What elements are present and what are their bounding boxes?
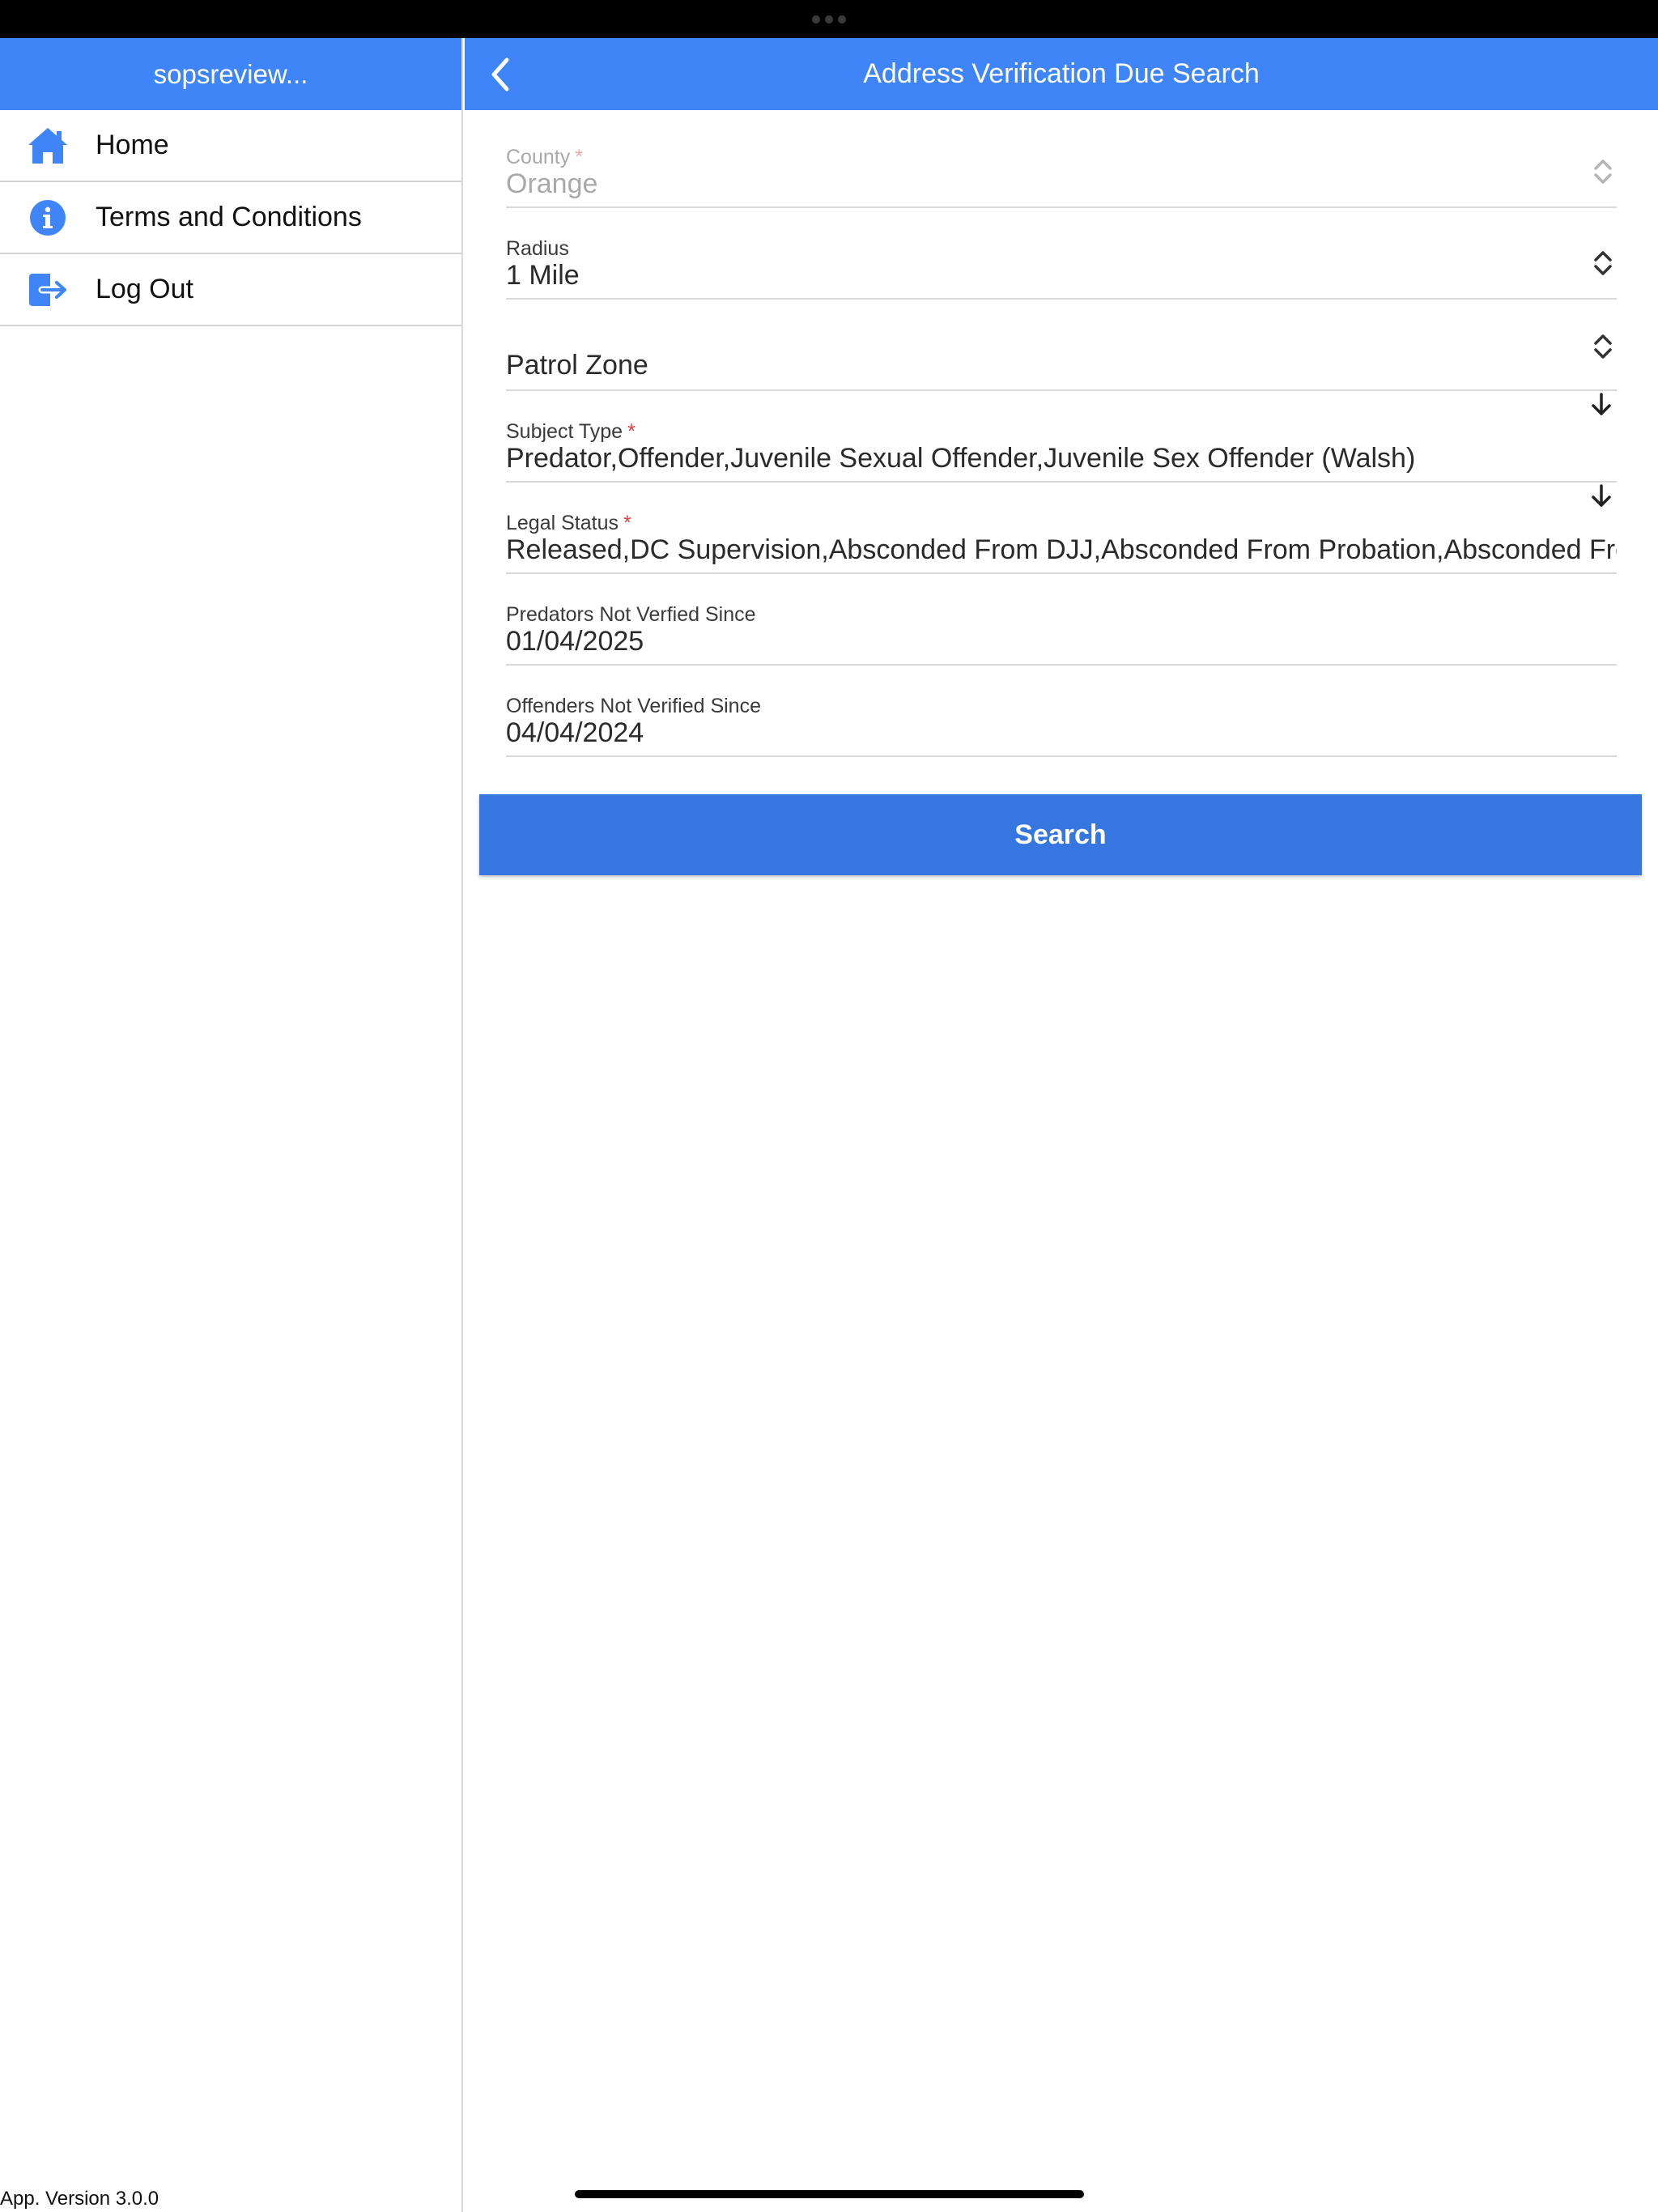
- offenders-date-label: Offenders Not Verified Since: [506, 695, 761, 717]
- back-button[interactable]: [476, 38, 525, 110]
- predators-date-value: 01/04/2025: [506, 626, 644, 657]
- county-label: County *: [506, 146, 583, 168]
- page-title: Address Verification Due Search: [863, 58, 1260, 89]
- sidebar-item-terms[interactable]: Terms and Conditions: [0, 182, 461, 254]
- county-value: Orange: [506, 168, 598, 199]
- main-panel: Address Verification Due Search County * …: [465, 38, 1658, 2212]
- offenders-date-value: 04/04/2024: [506, 717, 644, 748]
- sidebar-title: sopsreview...: [0, 38, 461, 110]
- search-button[interactable]: Search: [479, 794, 1642, 875]
- radius-select[interactable]: Radius 1 Mile: [506, 208, 1617, 300]
- predators-date-field[interactable]: Predators Not Verfied Since 01/04/2025: [506, 574, 1617, 666]
- arrow-down-icon: [1592, 393, 1611, 415]
- subject-type-select[interactable]: Subject Type * Predator,Offender,Juvenile…: [506, 391, 1617, 483]
- app-version: App. Version 3.0.0: [0, 2188, 159, 2210]
- home-indicator[interactable]: [575, 2190, 1084, 2198]
- chevron-left-icon: [491, 57, 509, 91]
- sidebar-item-label: Home: [96, 130, 169, 160]
- sidebar-item-home[interactable]: Home: [0, 110, 461, 182]
- arrow-down-icon: [1592, 484, 1611, 507]
- info-icon: [26, 196, 70, 240]
- subject-type-value: Predator,Offender,Juvenile Sexual Offend…: [506, 443, 1416, 474]
- sidebar: sopsreview... Home Terms and Conditions: [0, 38, 463, 2212]
- status-bar: [0, 0, 1658, 38]
- chevron-up-down-icon: [1594, 251, 1612, 275]
- subject-type-label: Subject Type *: [506, 420, 636, 443]
- chevron-up-down-icon: [1594, 160, 1612, 184]
- patrol-zone-placeholder: Patrol Zone: [506, 350, 648, 381]
- multitasking-dots[interactable]: [812, 15, 846, 23]
- sidebar-item-label: Log Out: [96, 274, 193, 304]
- sidebar-item-logout[interactable]: Log Out: [0, 254, 461, 326]
- county-select[interactable]: County * Orange: [506, 117, 1617, 208]
- home-icon: [26, 124, 70, 168]
- legal-status-value: Released,DC Supervision,Absconded From D…: [506, 534, 1617, 565]
- logout-icon: [26, 268, 70, 312]
- predators-date-label: Predators Not Verfied Since: [506, 603, 756, 626]
- radius-value: 1 Mile: [506, 260, 580, 291]
- radius-label: Radius: [506, 237, 569, 260]
- legal-status-select[interactable]: Legal Status * Released,DC Supervision,Ab…: [506, 483, 1617, 574]
- sidebar-item-label: Terms and Conditions: [96, 202, 362, 232]
- search-form: County * Orange Radius 1 Mile Patrol Zone: [465, 110, 1658, 757]
- top-bar: Address Verification Due Search: [465, 38, 1658, 110]
- patrol-zone-select[interactable]: Patrol Zone: [506, 300, 1617, 391]
- offenders-date-field[interactable]: Offenders Not Verified Since 04/04/2024: [506, 666, 1617, 757]
- chevron-up-down-icon: [1594, 334, 1612, 359]
- legal-status-label: Legal Status *: [506, 512, 631, 534]
